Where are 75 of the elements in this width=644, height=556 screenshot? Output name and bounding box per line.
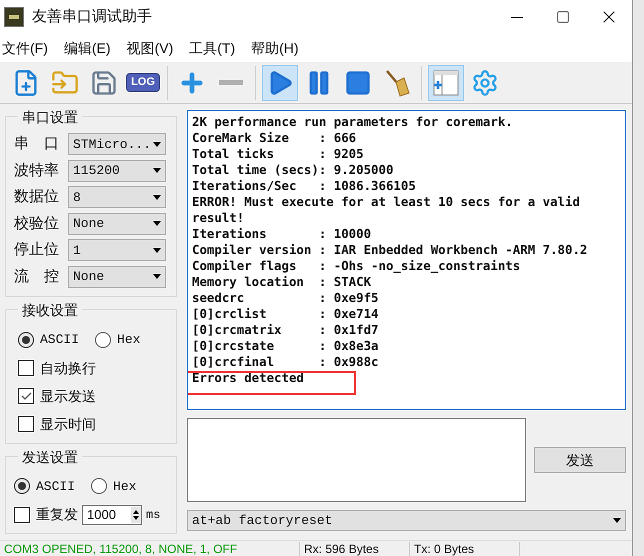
send-text-area[interactable] xyxy=(187,418,526,502)
checkmark-icon xyxy=(20,392,32,400)
field-label: 流 控 xyxy=(14,266,60,286)
log-line: [0]crcstate : 0x8e3a xyxy=(192,338,378,354)
log-line: Errors detected xyxy=(192,370,304,386)
field-label: 串 口 xyxy=(14,134,60,154)
log-line: result! xyxy=(192,210,244,226)
status-text: COM3 OPENED, 115200, 8, NONE, 1, OFF xyxy=(0,542,300,556)
dropdown-arrow-icon xyxy=(153,194,161,200)
radio-button[interactable]: Hex xyxy=(95,330,140,350)
checkbox[interactable]: 显示时间 xyxy=(18,414,168,434)
folder-icon xyxy=(51,68,79,96)
dropdown-arrow-icon xyxy=(153,142,161,147)
window-title: 友善串口调试助手 xyxy=(32,6,152,27)
log-label: LOG xyxy=(126,73,160,92)
log-line: CoreMark Size : 666 xyxy=(192,130,356,146)
unit-label: ms xyxy=(146,506,160,524)
dropdown[interactable]: None xyxy=(68,266,166,288)
menu-item[interactable]: 帮助(H) xyxy=(251,38,299,58)
command-dropdown[interactable]: at+ab factoryreset xyxy=(187,510,626,531)
dropdown[interactable]: None xyxy=(68,212,166,235)
log-line: [0]crclist : 0xe714 xyxy=(192,306,378,322)
radio-button[interactable]: ASCII xyxy=(18,330,80,350)
log-line: Total ticks : 9205 xyxy=(192,146,364,162)
field-label: 波特率 xyxy=(14,160,60,180)
window-layout-icon xyxy=(433,70,459,96)
status-text: Tx: 0 Bytes xyxy=(410,542,520,556)
log-line: 2K performance run parameters for coremark. xyxy=(192,114,513,130)
radio-button[interactable]: Hex xyxy=(91,476,136,496)
menu-item[interactable]: 工具(T) xyxy=(189,38,236,58)
dropdown[interactable]: 8 xyxy=(68,186,166,208)
status-text: Rx: 596 Bytes xyxy=(300,542,410,556)
group-title: 接收设置 xyxy=(18,300,82,320)
toolbar-button[interactable] xyxy=(262,64,298,100)
toolbar-button[interactable] xyxy=(428,64,464,100)
field-label: 校验位 xyxy=(14,214,60,234)
checkbox[interactable]: 显示发送 xyxy=(18,386,168,406)
settings-icon xyxy=(471,68,499,96)
log-line: Total time (secs): 9.205000 xyxy=(192,162,394,178)
log-line: [0]crcfinal : 0x988c xyxy=(192,354,378,370)
dropdown[interactable]: 1 xyxy=(68,239,166,262)
log-line: Iterations : 10000 xyxy=(192,226,372,242)
log-line: Compiler version : IAR Enbedded Workbench -ARM 7.80.2 xyxy=(192,242,588,258)
field-label: 停止位 xyxy=(14,240,60,260)
dropdown[interactable]: 115200 xyxy=(68,160,166,182)
log-line: Compiler flags : -Ohs -no_size_constraints xyxy=(192,258,520,274)
maximize-icon xyxy=(556,10,570,24)
menu-item[interactable]: 视图(V) xyxy=(126,38,174,58)
dropdown[interactable]: STMicro... xyxy=(68,133,166,156)
send-button[interactable]: 发送 xyxy=(534,447,626,473)
log-line: ERROR! Must execute for at least 10 secs for a valid xyxy=(192,194,580,210)
checkbox[interactable]: 重复发 xyxy=(14,504,78,525)
field-label: 数据位 xyxy=(14,187,60,207)
receive-text-area[interactable] xyxy=(187,110,626,410)
log-line: [0]crcmatrix : 0x1fd7 xyxy=(192,322,378,338)
minimize-icon xyxy=(511,16,523,18)
interval-spinbox[interactable]: 1000 xyxy=(82,504,142,524)
dropdown-arrow-icon xyxy=(613,518,621,523)
dropdown-arrow-icon xyxy=(153,274,161,280)
dropdown-arrow-icon xyxy=(153,248,161,253)
toolbar-button[interactable]: LOG xyxy=(125,64,161,100)
menu-item[interactable]: 文件(F) xyxy=(2,38,48,58)
stop-icon xyxy=(344,68,372,96)
minus-icon xyxy=(219,80,243,85)
spin-arrows-icon xyxy=(131,506,141,522)
dropdown-arrow-icon xyxy=(153,168,161,174)
app-logo-icon xyxy=(4,7,24,27)
menu-item[interactable]: 编辑(E) xyxy=(64,38,111,58)
log-line: Memory location : STACK xyxy=(192,274,372,290)
dropdown-arrow-icon xyxy=(153,221,161,226)
log-line: Iterations/Sec : 1086.366105 xyxy=(192,178,416,194)
broom-icon xyxy=(384,68,410,96)
checkbox[interactable]: 自动换行 xyxy=(18,358,168,378)
radio-button[interactable]: ASCII xyxy=(14,476,76,496)
log-line: seedcrc : 0xe9f5 xyxy=(192,290,378,306)
